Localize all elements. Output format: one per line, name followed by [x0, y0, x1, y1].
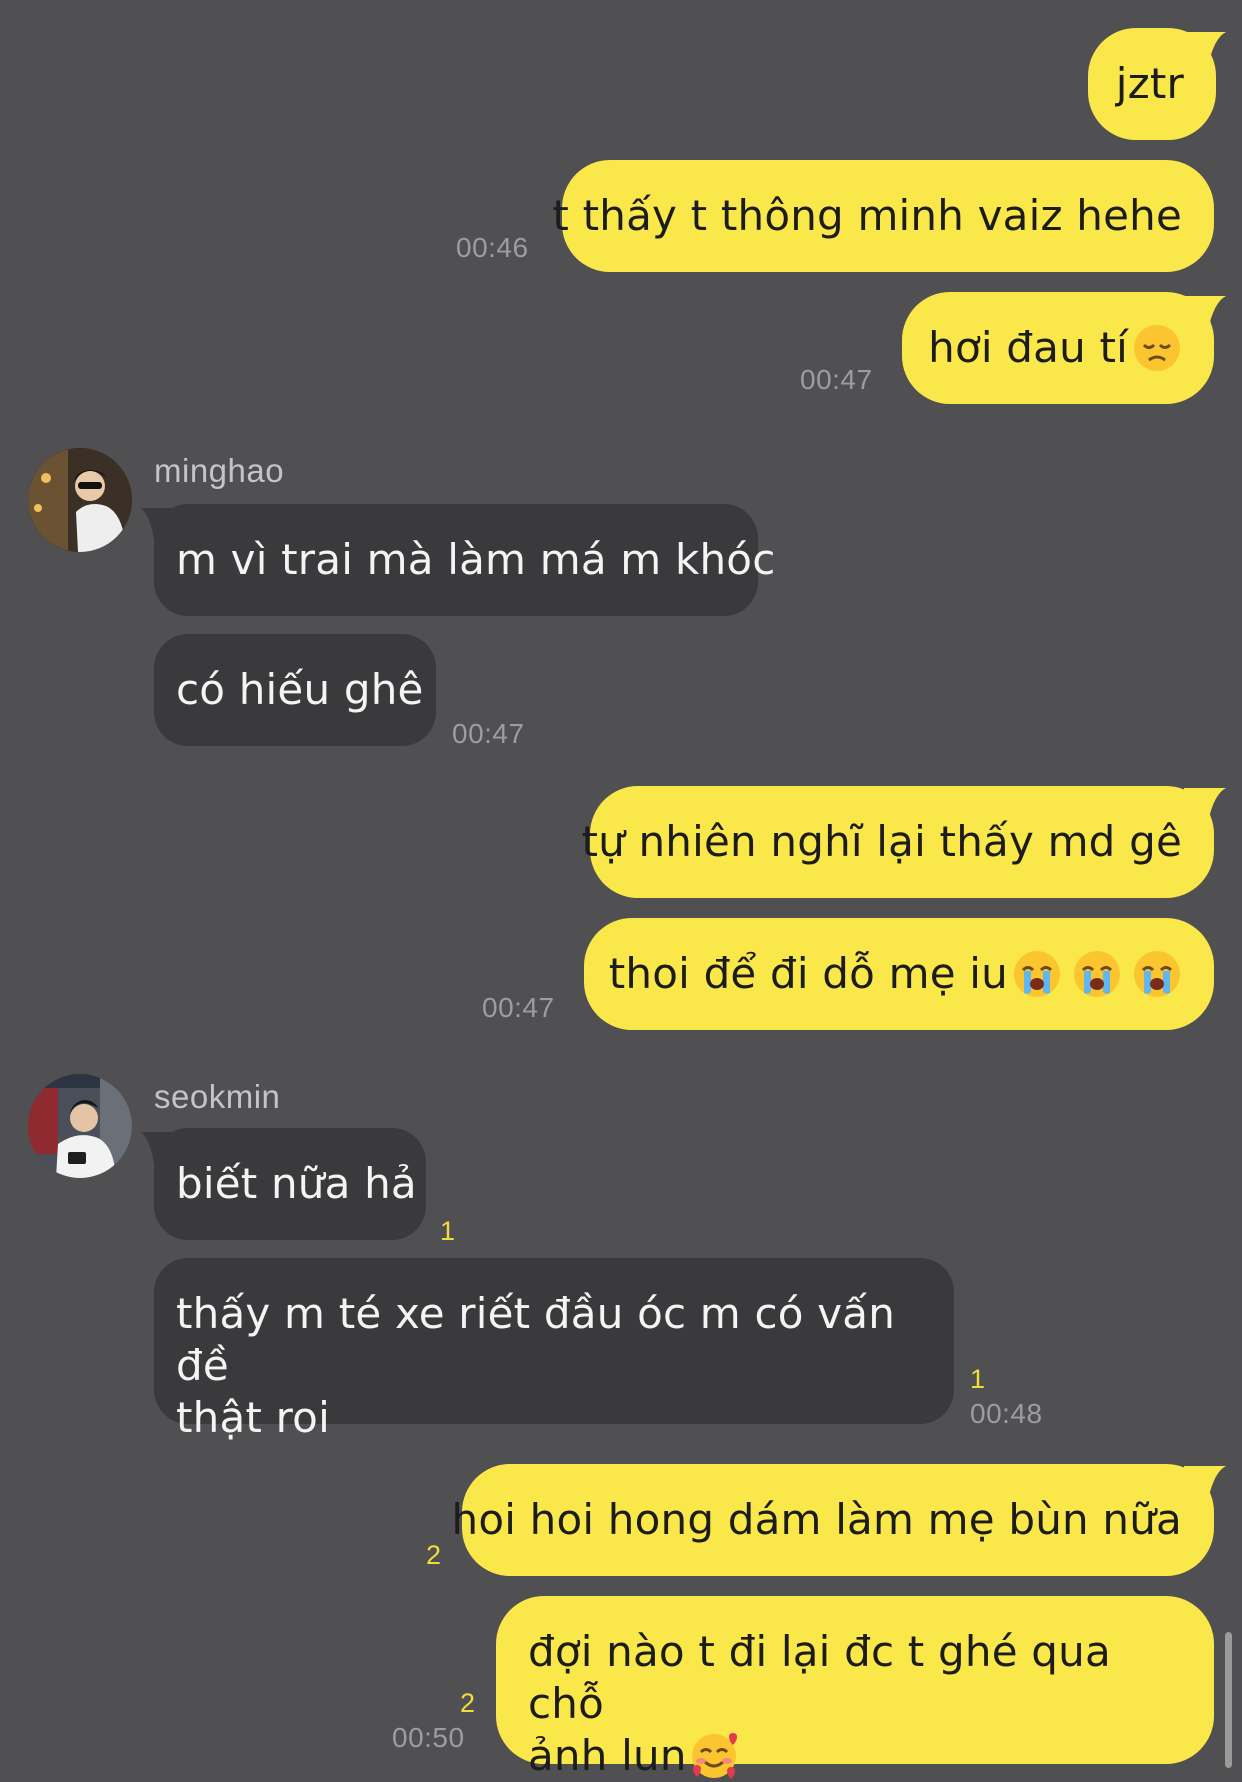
message-text: m vì trai mà làm má m khóc — [176, 535, 776, 584]
message-text: hoi hoi hong dám làm mẹ bùn nữa — [451, 1495, 1182, 1544]
message-text: thoi để đi dỗ mẹ iu — [608, 949, 1008, 998]
loudly-crying-face-emoji — [1132, 949, 1182, 999]
message-text-line: thật roi — [176, 1393, 330, 1442]
message-timestamp: 00:47 — [452, 718, 525, 749]
sender-name: minghao — [154, 452, 285, 489]
unread-count: 2 — [460, 1688, 476, 1718]
message-timestamp: 00:47 — [800, 364, 873, 395]
disappointed-face-emoji — [1132, 323, 1182, 373]
message-text: có hiếu ghê — [176, 665, 424, 714]
message-text: t thấy t thông minh vaiz hehe — [552, 191, 1182, 240]
outgoing-message-bubble[interactable]: t thấy t thông minh vaiz hehe — [552, 160, 1214, 272]
smiling-face-with-hearts-emoji — [689, 1731, 739, 1781]
unread-count: 1 — [970, 1364, 986, 1394]
outgoing-message-bubble[interactable]: thoi để đi dỗ mẹ iu — [584, 918, 1214, 1030]
avatar-seokmin[interactable] — [28, 1074, 132, 1178]
message-timestamp: 00:50 — [392, 1722, 465, 1753]
outgoing-message-bubble[interactable]: tự nhiên nghĩ lại thấy md gê — [581, 786, 1214, 898]
message-text-line: đợi nào t đi lại đc t ghé qua chỗ — [528, 1627, 1111, 1728]
message-timestamp: 00:48 — [970, 1398, 1043, 1429]
bubble-tail — [1184, 32, 1226, 66]
bubble-tail — [1184, 788, 1226, 822]
loudly-crying-face-emoji — [1012, 949, 1062, 999]
incoming-message-bubble[interactable]: m vì trai mà làm má m khóc — [154, 504, 775, 616]
message-text-line: ảnh lun — [528, 1730, 1182, 1782]
message-text: tự nhiên nghĩ lại thấy md gê — [581, 817, 1182, 866]
outgoing-message-bubble[interactable]: hơi đau tí — [902, 292, 1214, 404]
incoming-message-bubble[interactable]: thấy m té xe riết đầu óc m có vấn đề thậ… — [154, 1258, 954, 1442]
message-timestamp: 00:46 — [456, 232, 529, 263]
message-text: hơi đau tí — [928, 323, 1128, 372]
unread-count: 1 — [440, 1216, 456, 1246]
loudly-crying-face-emoji — [1072, 949, 1122, 999]
bubble-tail — [1184, 296, 1226, 330]
message-text: biết nữa hả — [176, 1159, 417, 1208]
bubble-tail — [1184, 1466, 1226, 1500]
scrollbar[interactable] — [1225, 1632, 1232, 1768]
outgoing-message-bubble[interactable]: hoi hoi hong dám làm mẹ bùn nữa — [452, 1464, 1214, 1576]
unread-count: 2 — [426, 1540, 442, 1570]
incoming-message-bubble[interactable]: biết nữa hả — [154, 1128, 426, 1240]
outgoing-message-bubble[interactable]: đợi nào t đi lại đc t ghé qua chỗ ảnh lu… — [496, 1596, 1214, 1780]
message-text-line: thấy m té xe riết đầu óc m có vấn đề — [176, 1289, 896, 1390]
message-timestamp: 00:47 — [482, 992, 555, 1023]
sender-name: seokmin — [154, 1078, 281, 1115]
message-text: jztr — [1115, 59, 1184, 108]
message-text: ảnh lun — [528, 1731, 687, 1780]
avatar-minghao[interactable] — [28, 448, 132, 552]
incoming-message-bubble[interactable]: có hiếu ghê — [154, 634, 436, 746]
